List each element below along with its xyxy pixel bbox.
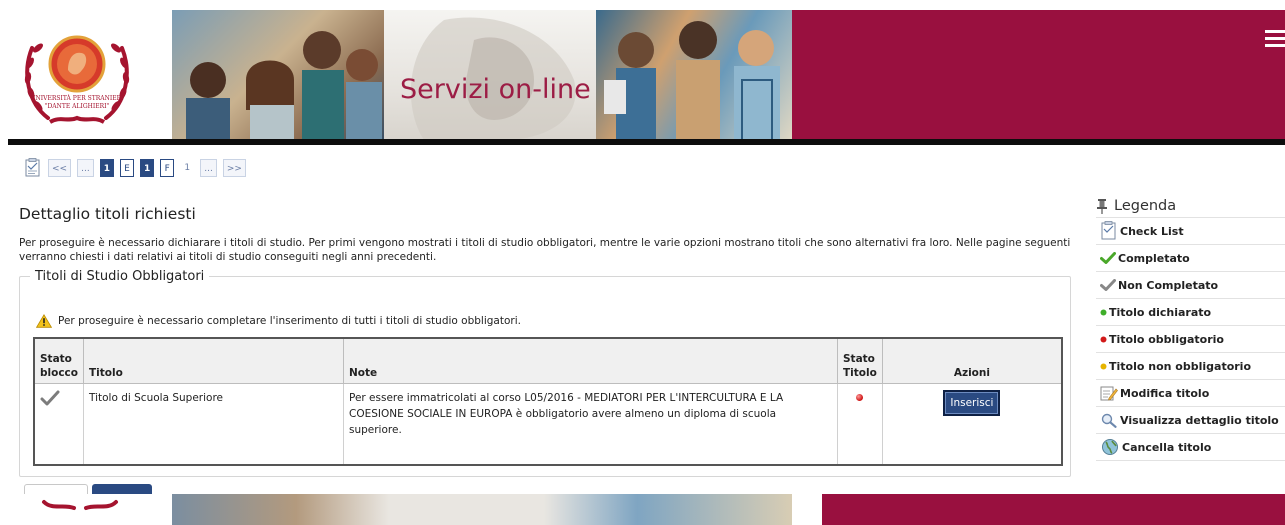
legend-item-titolo-non-obbligatorio: Titolo non obbligatorio	[1096, 353, 1285, 380]
col-stato-titolo: Stato Titolo	[836, 337, 883, 384]
legend-panel: Legenda Check List Completato Non Comple…	[1096, 194, 1285, 461]
pager-first[interactable]: <<	[48, 159, 72, 177]
site-header: UNIVERSITÀ PER STRANIERI "DANTE ALIGHIER…	[0, 10, 1285, 141]
red-dot-icon	[1100, 336, 1107, 342]
banner-title: Servizi on-line	[400, 74, 591, 105]
warning-icon	[36, 314, 52, 328]
table-row: Titolo di Scuola Superiore Per essere im…	[33, 382, 1063, 466]
pager-ellipsis-right[interactable]: ...	[200, 159, 217, 177]
legend-item-check-list: Check List	[1096, 218, 1285, 245]
footer-brand-block	[822, 494, 1285, 525]
legend-item-completato: Completato	[1096, 245, 1285, 272]
red-dot-icon	[856, 393, 864, 401]
header-divider	[8, 139, 1285, 145]
pager-step-f[interactable]: F	[160, 159, 175, 177]
hamburger-icon[interactable]	[1265, 30, 1285, 48]
legend-label: Completato	[1118, 251, 1190, 265]
pager-ellipsis-left[interactable]: ...	[77, 159, 94, 177]
footer-banner-photo	[172, 494, 792, 525]
cell-azioni: Inserisci	[881, 382, 1063, 466]
legend-item-titolo-obbligatorio: Titolo obbligatorio	[1096, 326, 1285, 353]
pager-last[interactable]: >>	[222, 159, 246, 177]
pager-step-e[interactable]: E	[119, 159, 134, 177]
legend-label: Visualizza dettaglio titolo	[1120, 413, 1279, 427]
check-green-icon	[1100, 252, 1116, 264]
footer-logo-laurel	[42, 500, 118, 510]
top-cutoff-strip	[0, 0, 1285, 10]
legend-item-cancella-titolo: Cancella titolo	[1096, 434, 1285, 461]
globe-delete-icon	[1102, 439, 1118, 455]
legend-label: Cancella titolo	[1122, 440, 1212, 454]
legend-item-visualizza-dettaglio: Visualizza dettaglio titolo	[1096, 407, 1285, 434]
warning-message: Per proseguire è necessario completare l…	[36, 314, 521, 328]
legend-label: Titolo dichiarato	[1109, 305, 1212, 319]
legend-header: Legenda	[1096, 194, 1285, 218]
check-grey-icon	[40, 390, 60, 405]
titles-table: Stato blocco Titolo Note Stato Titolo Az…	[33, 337, 1063, 466]
legend-label: Titolo obbligatorio	[1109, 332, 1224, 346]
legend-title: Legenda	[1114, 197, 1177, 214]
cell-stato-titolo	[836, 382, 883, 466]
col-note: Note	[342, 337, 838, 384]
legend-item-non-completato: Non Completato	[1096, 272, 1285, 299]
green-dot-icon	[1100, 309, 1107, 315]
wizard-pager: << ... 1 E 1 F 1 ... >>	[24, 158, 246, 178]
site-footer	[0, 494, 1285, 525]
magnifier-icon	[1101, 413, 1117, 428]
inserisci-button[interactable]: Inserisci	[943, 389, 1001, 416]
table-header-row: Stato blocco Titolo Note Stato Titolo Az…	[33, 337, 1063, 384]
pager-step-1-next[interactable]: 1	[180, 159, 194, 177]
page-title: Dettaglio titoli richiesti	[19, 205, 196, 223]
legend-label: Modifica titolo	[1120, 386, 1210, 400]
cell-titolo: Titolo di Scuola Superiore	[82, 382, 344, 466]
cell-stato-blocco	[33, 382, 84, 466]
svg-text:"DANTE ALIGHIERI": "DANTE ALIGHIERI"	[45, 103, 110, 110]
col-titolo: Titolo	[82, 337, 344, 384]
university-logo: UNIVERSITÀ PER STRANIERI "DANTE ALIGHIER…	[24, 35, 130, 124]
legend-item-titolo-dichiarato: Titolo dichiarato	[1096, 299, 1285, 326]
fieldset-legend: Titoli di Studio Obbligatori	[35, 269, 205, 284]
legend-label: Titolo non obbligatorio	[1109, 359, 1252, 373]
legend-label: Check List	[1120, 224, 1184, 238]
warning-text: Per proseguire è necessario completare l…	[58, 315, 521, 327]
col-azioni: Azioni	[881, 337, 1063, 384]
header-brand-block	[792, 10, 1285, 140]
legend-item-modifica-titolo: Modifica titolo	[1096, 380, 1285, 407]
legend-label: Non Completato	[1118, 278, 1219, 292]
banner-photo-students-right	[596, 10, 792, 141]
intro-text: Per proseguire è necessario dichiarare i…	[19, 237, 1071, 263]
svg-text:UNIVERSITÀ PER STRANIERI: UNIVERSITÀ PER STRANIERI	[31, 95, 125, 102]
check-grey-icon	[1100, 279, 1116, 291]
pager-step-1-current[interactable]: 1	[139, 159, 155, 177]
edit-icon	[1100, 386, 1118, 401]
cell-note: Per essere immatricolati al corso L05/20…	[342, 382, 838, 466]
checklist-icon[interactable]	[24, 158, 42, 178]
pin-icon	[1097, 198, 1107, 214]
pager-step-1[interactable]: 1	[99, 159, 114, 177]
yellow-dot-icon	[1100, 363, 1107, 369]
col-stato-blocco: Stato blocco	[33, 337, 84, 384]
banner-photo-students-left	[172, 10, 384, 140]
checklist-icon	[1101, 221, 1116, 240]
